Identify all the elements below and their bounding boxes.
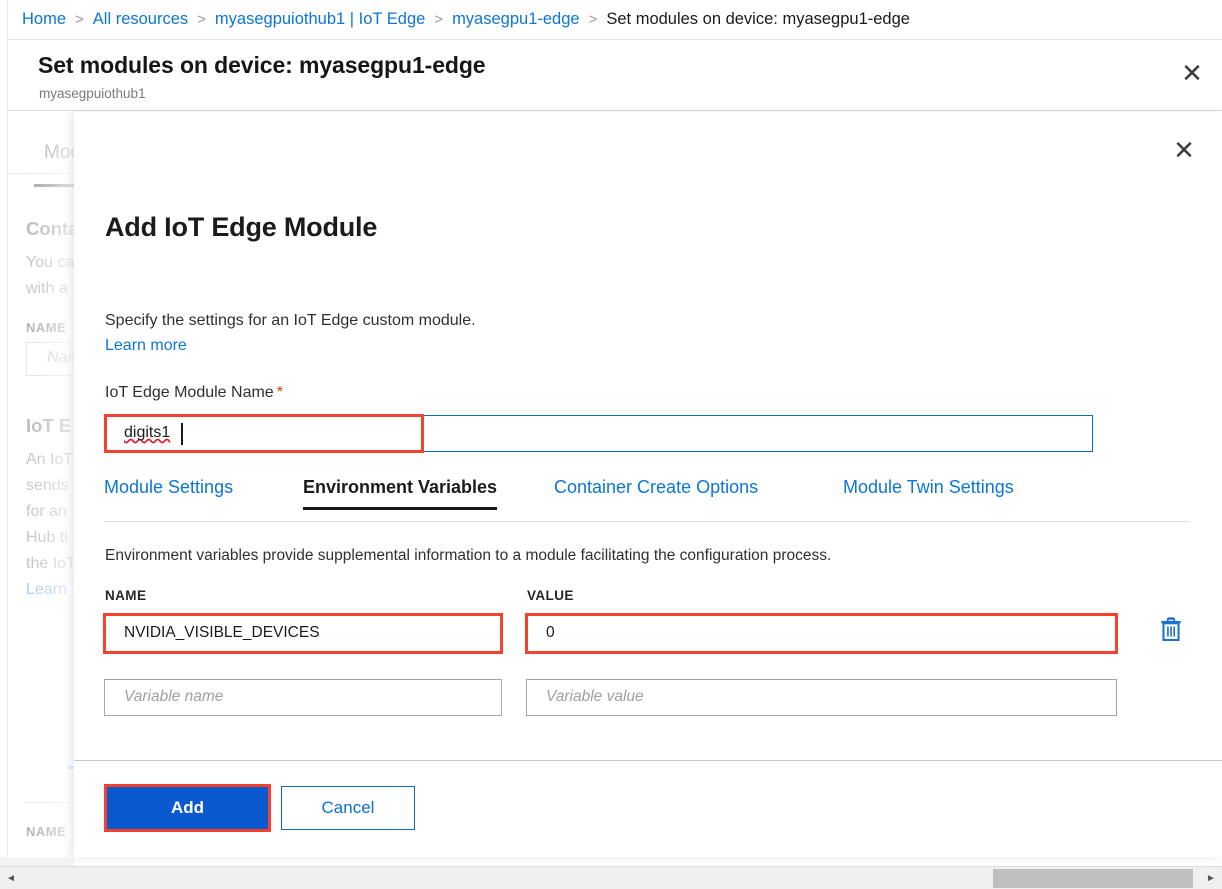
- breadcrumb: Home > All resources > myasegpuiothub1 |…: [0, 0, 1222, 40]
- scroll-corner: [0, 857, 74, 866]
- background-text-line: for an: [26, 503, 67, 521]
- close-icon: ✕: [1181, 60, 1203, 86]
- background-text-line: with a: [26, 280, 68, 298]
- cancel-button[interactable]: Cancel: [281, 786, 415, 830]
- breadcrumb-item-iot-hub[interactable]: myasegpuiothub1 | IoT Edge: [215, 10, 425, 29]
- blade-header: Set modules on device: myasegpu1-edge my…: [8, 41, 1222, 111]
- module-name-label: IoT Edge Module Name*: [105, 384, 283, 402]
- breadcrumb-separator: >: [75, 11, 84, 28]
- tab-module-twin-settings[interactable]: Module Twin Settings: [843, 477, 1014, 498]
- column-header-value: VALUE: [527, 588, 574, 603]
- required-marker: *: [277, 384, 283, 401]
- modal-tabs: Module Settings Environment Variables Co…: [104, 477, 1190, 522]
- background-heading-container-registry: Conta: [26, 218, 78, 240]
- module-name-input[interactable]: digits1: [104, 415, 1093, 452]
- scrollbar-thumb[interactable]: [993, 869, 1193, 888]
- module-name-label-text: IoT Edge Module Name: [105, 384, 274, 401]
- modal-title: Add IoT Edge Module: [105, 212, 377, 243]
- left-edge-strip: [0, 0, 8, 866]
- breadcrumb-separator: >: [197, 11, 206, 28]
- azure-portal-screen: Home > All resources > myasegpuiothub1 |…: [0, 0, 1222, 889]
- add-iot-edge-module-modal: ✕ Add IoT Edge Module Specify the settin…: [74, 112, 1222, 857]
- modal-footer: Add Cancel: [74, 761, 1222, 857]
- background-text-line: sends: [26, 477, 69, 495]
- modal-intro-text: Specify the settings for an IoT Edge cus…: [105, 312, 476, 330]
- env-var-name-value: NVIDIA_VISIBLE_DEVICES: [124, 624, 320, 642]
- env-var-name-input[interactable]: NVIDIA_VISIBLE_DEVICES: [104, 615, 502, 652]
- scroll-left-arrow-icon[interactable]: ◄: [2, 867, 20, 889]
- breadcrumb-separator: >: [589, 11, 598, 28]
- breadcrumb-item-device[interactable]: myasegpu1-edge: [452, 10, 580, 29]
- tab-environment-variables[interactable]: Environment Variables: [303, 477, 497, 498]
- new-env-var-value-placeholder: Variable value: [546, 688, 644, 706]
- scroll-right-arrow-icon[interactable]: ►: [1202, 867, 1220, 889]
- background-text-line: Hub ti: [26, 529, 68, 547]
- add-button[interactable]: Add: [106, 786, 269, 830]
- page-subtitle: myasegpuiothub1: [39, 86, 146, 101]
- env-var-value-input[interactable]: 0: [526, 615, 1117, 652]
- env-var-value-value: 0: [546, 624, 555, 642]
- column-header-name: NAME: [105, 588, 146, 603]
- new-env-var-value-input[interactable]: Variable value: [526, 679, 1117, 716]
- background-text-line: An IoT: [26, 451, 73, 469]
- text-cursor: [181, 423, 183, 445]
- page-title: Set modules on device: myasegpu1-edge: [38, 52, 486, 79]
- blade-close-button[interactable]: ✕: [1172, 53, 1212, 93]
- new-env-var-name-input[interactable]: Variable name: [104, 679, 502, 716]
- environment-variables-hint: Environment variables provide supplement…: [105, 547, 831, 565]
- tab-container-create-options[interactable]: Container Create Options: [554, 477, 758, 498]
- breadcrumb-item-current: Set modules on device: myasegpu1-edge: [606, 10, 910, 29]
- breadcrumb-item-home[interactable]: Home: [22, 10, 66, 29]
- delete-env-var-button[interactable]: [1158, 615, 1184, 643]
- background-learn-more-link[interactable]: Learn: [26, 581, 67, 599]
- background-heading-iot-edge-modules: IoT E: [26, 415, 71, 437]
- close-icon: ✕: [1173, 137, 1195, 163]
- background-text-line: the IoT: [26, 555, 76, 573]
- background-text-line: You ca: [26, 254, 74, 272]
- tab-module-settings[interactable]: Module Settings: [104, 477, 233, 498]
- learn-more-link[interactable]: Learn more: [105, 337, 187, 355]
- background-column-header-name: NAME: [26, 320, 66, 335]
- trash-icon: [1158, 615, 1184, 643]
- new-env-var-name-placeholder: Variable name: [124, 688, 223, 706]
- modal-close-button[interactable]: ✕: [1164, 130, 1204, 170]
- background-column-header-name-2: NAME: [26, 824, 66, 839]
- module-name-value: digits1: [124, 424, 170, 444]
- breadcrumb-separator: >: [434, 11, 443, 28]
- breadcrumb-item-all-resources[interactable]: All resources: [93, 10, 188, 29]
- horizontal-scrollbar[interactable]: ◄ ►: [0, 866, 1222, 889]
